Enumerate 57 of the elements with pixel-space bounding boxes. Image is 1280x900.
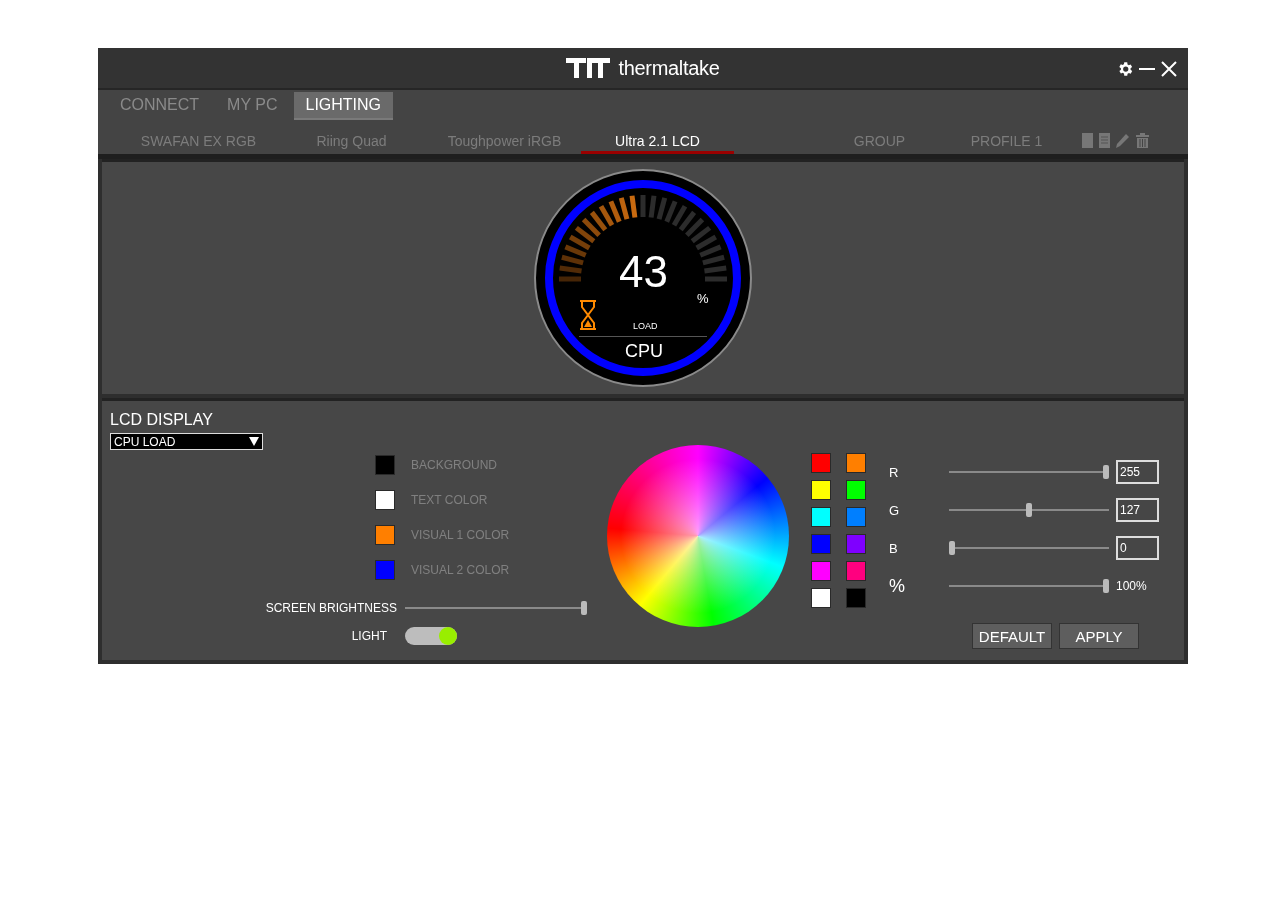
channel-value-field[interactable]: 0 xyxy=(1116,536,1159,560)
slider-thumb[interactable] xyxy=(581,601,587,615)
slider-thumb[interactable] xyxy=(1026,503,1032,517)
color-swatch[interactable] xyxy=(847,562,865,580)
brand-name: thermaltake xyxy=(618,56,720,80)
color-swatch[interactable] xyxy=(847,481,865,499)
gauge-value: 43 xyxy=(619,250,668,294)
main-tab[interactable]: MY PC xyxy=(215,92,290,118)
color-swatch[interactable] xyxy=(812,481,830,499)
color-target-label: VISUAL 2 COLOR xyxy=(411,563,510,577)
color-swatch[interactable] xyxy=(376,526,394,544)
color-swatch[interactable] xyxy=(376,491,394,509)
color-swatch[interactable] xyxy=(847,508,865,526)
close-icon[interactable] xyxy=(1160,60,1178,78)
gauge-caption: LOAD xyxy=(633,322,658,331)
device-name: CPU xyxy=(625,342,663,360)
main-tab[interactable]: CONNECT xyxy=(108,92,212,118)
color-swatch[interactable] xyxy=(812,562,830,580)
color-target-label: VISUAL 1 COLOR xyxy=(411,528,510,542)
channel-label: G xyxy=(889,502,901,518)
device-tab[interactable]: Ultra 2.1 LCD xyxy=(581,133,734,154)
light-label: LIGHT xyxy=(350,629,387,643)
channel-label: % xyxy=(889,575,906,597)
color-target-label: BACKGROUND xyxy=(411,458,497,472)
pencil-icon[interactable] xyxy=(1116,133,1130,148)
color-target-label: TEXT COLOR xyxy=(411,493,488,507)
trash-icon[interactable] xyxy=(1136,133,1149,148)
slider-thumb[interactable] xyxy=(1103,579,1109,593)
main-tab[interactable]: LIGHTING xyxy=(293,92,394,120)
section-title: LCD DISPLAY xyxy=(110,411,214,429)
action-button[interactable]: DEFAULT xyxy=(972,623,1052,649)
document-icon[interactable] xyxy=(1099,133,1110,148)
color-swatch[interactable] xyxy=(812,508,830,526)
document-icon[interactable] xyxy=(1082,133,1093,148)
slider-thumb[interactable] xyxy=(1103,465,1109,479)
hourglass-icon xyxy=(579,300,597,330)
channel-label: R xyxy=(889,464,900,480)
color-swatch[interactable] xyxy=(812,535,830,553)
color-swatch[interactable] xyxy=(847,535,865,553)
color-swatch[interactable] xyxy=(847,589,865,607)
action-button[interactable]: APPLY xyxy=(1059,623,1139,649)
channel-value-field[interactable]: 127 xyxy=(1116,498,1159,522)
color-swatch[interactable] xyxy=(376,561,394,579)
logo-icon xyxy=(566,58,611,78)
color-swatch[interactable] xyxy=(847,454,865,472)
channel-value-field[interactable]: 255 xyxy=(1116,460,1159,484)
channel-reading: 100% xyxy=(1116,579,1147,593)
light-toggle[interactable] xyxy=(405,627,457,645)
color-swatch[interactable] xyxy=(376,456,394,474)
slider-thumb[interactable] xyxy=(949,541,955,555)
color-swatch[interactable] xyxy=(812,454,830,472)
brightness-label: SCREEN BRIGHTNESS xyxy=(264,601,397,615)
dropdown-caret-icon xyxy=(249,437,259,446)
color-swatch[interactable] xyxy=(812,589,830,607)
gauge-unit: % xyxy=(697,292,709,305)
display-mode-dropdown[interactable]: CPU LOAD xyxy=(110,433,263,450)
channel-label: B xyxy=(889,540,899,556)
